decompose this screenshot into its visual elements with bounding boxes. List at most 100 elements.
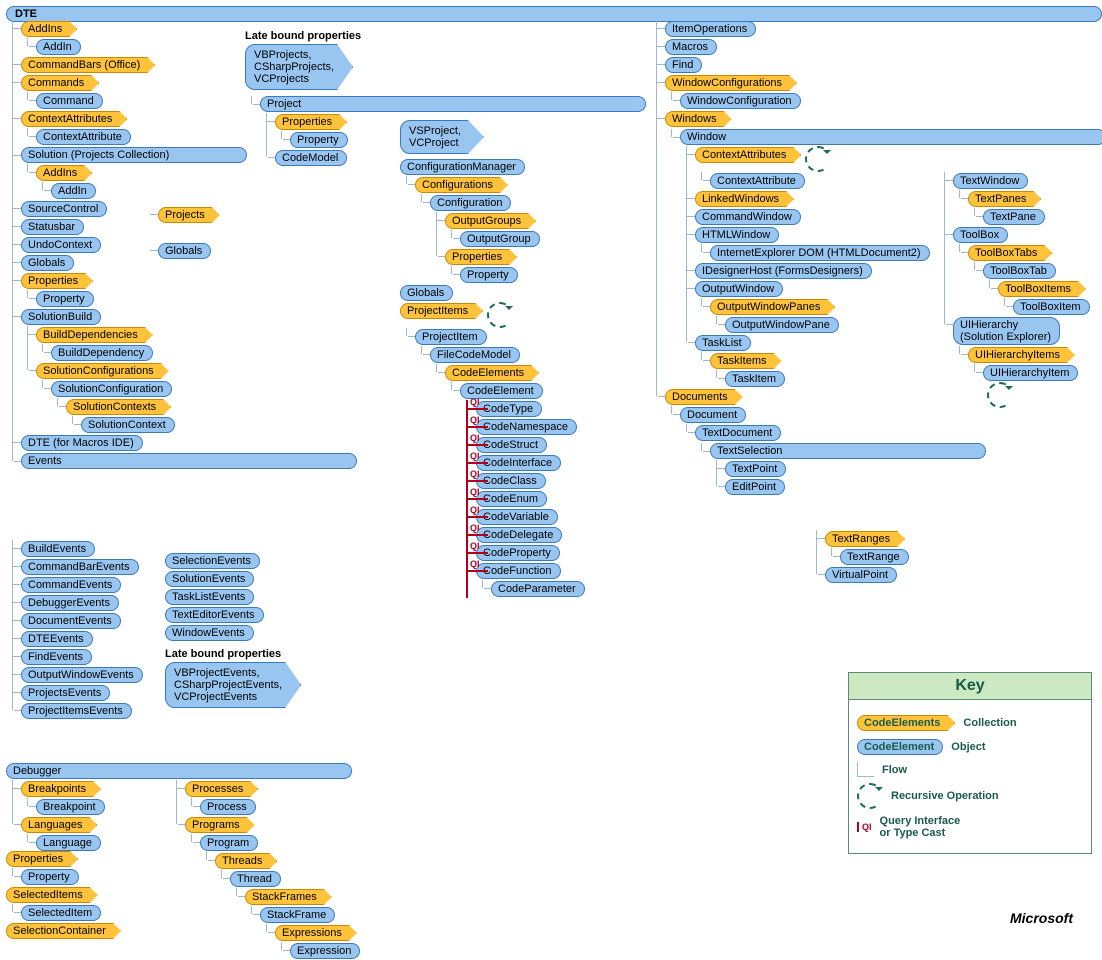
globals: Globals [21,255,74,271]
recursive-icon [487,302,513,328]
outputwindowpane: OutputWindowPane [725,317,839,333]
uihierarchy: UIHierarchy (Solution Explorer) [953,317,1060,345]
solutioncontexts: SolutionContexts [66,399,171,415]
textselection: TextSelection [710,443,986,459]
codevariable: CodeVariable [476,509,558,525]
toolboxtabs: ToolBoxTabs [968,245,1052,261]
legend-collection: Collection [963,717,1016,729]
solution-globals: Globals [158,243,211,259]
command: Command [36,93,103,109]
legend-object: Object [951,741,985,753]
taskitems: TaskItems [710,353,782,369]
commandwindow: CommandWindow [695,209,801,225]
solutionbuild: SolutionBuild [21,309,101,325]
toolboxitems: ToolBoxItems [998,281,1086,297]
legend-recursive: Recursive Operation [891,790,999,802]
config-properties: Properties [445,249,517,265]
textpanes: TextPanes [968,191,1041,207]
sourcecontrol: SourceControl [21,201,107,217]
editpoint: EditPoint [725,479,785,495]
codeelements: CodeElements [445,365,539,381]
uihierarchyitem: UIHierarchyItem [983,365,1078,381]
windows: Windows [665,111,732,127]
outputwindow: OutputWindow [695,281,783,297]
codeenum: CodeEnum [476,491,547,507]
dteevents: DTEEvents [21,631,93,647]
legend-object-icon: CodeElement [857,739,943,755]
tasklistevents: TaskListEvents [165,589,254,605]
textpane: TextPane [983,209,1045,225]
textwindow: TextWindow [953,173,1028,189]
statusbar: Statusbar [21,219,84,235]
codeparameter: CodeParameter [491,581,585,597]
solutioncontext: SolutionContext [81,417,175,433]
legend-flow: Flow [882,764,907,776]
solutionevents: SolutionEvents [165,571,254,587]
outputwindowpanes: OutputWindowPanes [710,299,835,315]
events: Events [21,453,357,469]
recursive-icon [857,783,883,809]
projectitem: ProjectItem [415,329,487,345]
findevents: FindEvents [21,649,92,665]
linkedwindows: LinkedWindows [695,191,794,207]
projects: Projects [158,207,220,223]
late-bound-projects: VBProjects, CSharpProjects, VCProjects [245,44,353,90]
windowconfigurations: WindowConfigurations [665,75,797,91]
window: Window [680,129,1102,145]
debuggerevents: DebuggerEvents [21,595,119,611]
solutionconfiguration: SolutionConfiguration [51,381,172,397]
dte-children-right: ItemOperations Macros Find WindowConfigu… [650,20,940,496]
properties: Properties [21,273,93,289]
codestruct: CodeStruct [476,437,547,453]
solution-right: Projects Globals [150,206,250,260]
projectitemsevents: ProjectItemsEvents [21,703,132,719]
dte-macros: DTE (for Macros IDE) [21,435,143,451]
expression: Expression [290,943,360,959]
uihierarchyitems: UIHierarchyItems [968,347,1075,363]
find: Find [665,57,702,73]
macros: Macros [665,39,717,55]
codemodel: CodeModel [275,150,347,166]
codetype: CodeType [476,401,542,417]
programs: Programs [185,817,255,833]
threads: Threads [215,853,277,869]
qi-icon: QI [857,822,872,832]
codefunction: CodeFunction [476,563,561,579]
window-detail: TextWindow TextPanes TextPane ToolBox To… [938,172,1098,408]
projectitems: ProjectItems [400,303,483,319]
bottom-left: Properties Property SelectedItems Select… [6,850,186,940]
debugger-right: Processes Process Programs Program Threa… [170,780,370,960]
legend-qi: Query Interface or Type Cast [880,815,961,839]
late-bound-title: Late bound properties [245,30,405,42]
breakpoints: Breakpoints [21,781,101,797]
project-globals: Globals [400,285,453,301]
configurations: Configurations [415,177,508,193]
process: Process [200,799,256,815]
outputgroup: OutputGroup [460,231,540,247]
projectsevents: ProjectsEvents [21,685,110,701]
buildevents: BuildEvents [21,541,95,557]
windowconfiguration: WindowConfiguration [680,93,801,109]
contextattribute: ContextAttribute [36,129,131,145]
qi-label: QI [470,397,480,407]
codedelegate: CodeDelegate [476,527,562,543]
solutionconfigurations: SolutionConfigurations [36,363,169,379]
project: Project [260,96,646,112]
addin: AddIn [36,39,81,55]
outputgroups: OutputGroups [445,213,536,229]
microsoft-logo: Microsoft [1010,910,1073,926]
commands: Commands [21,75,99,91]
texteditorevents: TextEditorEvents [165,607,264,623]
virtualpoint: VirtualPoint [825,567,897,583]
program: Program [200,835,258,851]
recursive-icon [987,382,1013,408]
vsproject: VSProject, VCProject [400,120,484,154]
undocontext: UndoContext [21,237,101,253]
events-left: BuildEvents CommandBarEvents CommandEven… [6,540,166,720]
documents: Documents [665,389,743,405]
ie-dom: InternetExplorer DOM (HTMLDocument2) [710,245,930,261]
thread: Thread [230,871,281,887]
legend-title: Key [849,673,1091,700]
textselection-right: TextRanges TextRange VirtualPoint [810,530,930,584]
textdocument: TextDocument [695,425,781,441]
